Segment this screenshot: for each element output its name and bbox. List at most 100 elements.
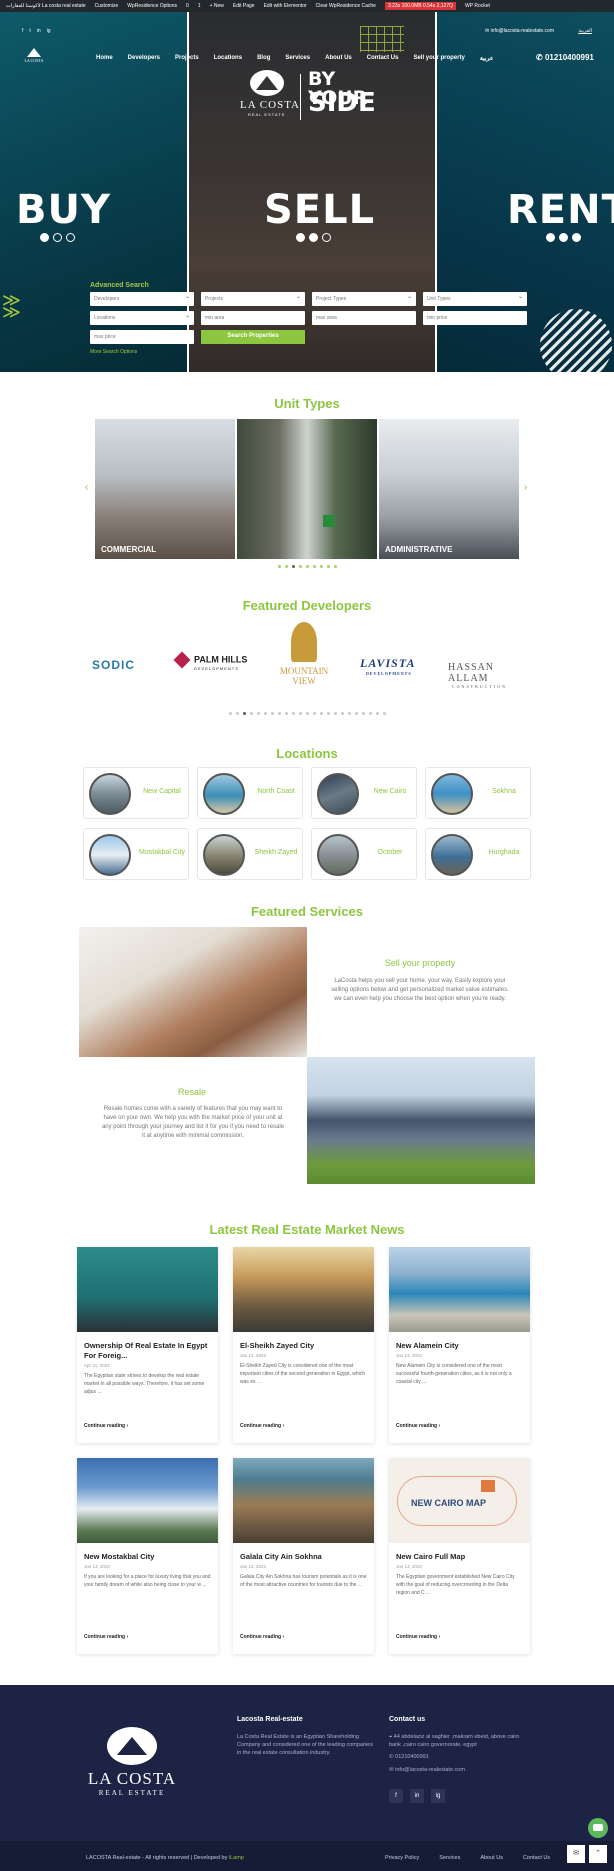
nav-projects[interactable]: Projects	[175, 55, 199, 62]
search-properties-button[interactable]: Search Properties	[201, 330, 305, 344]
continue-reading-link[interactable]: Continue reading ›	[240, 1634, 284, 1640]
carousel-prev-icon[interactable]: ‹	[85, 482, 88, 493]
instagram-icon[interactable]: ig	[47, 28, 51, 34]
admin-updates[interactable]: 1	[198, 3, 201, 9]
footer-contact-link[interactable]: Contact Us	[523, 1855, 550, 1861]
continue-reading-link[interactable]: Continue reading ›	[84, 1634, 128, 1640]
news-card[interactable]: New Mostakbal City Jan 13, 2022 If you a…	[77, 1458, 218, 1654]
location-card[interactable]: Mostakbal City	[83, 828, 189, 880]
privacy-policy-link[interactable]: Privacy Policy	[385, 1855, 419, 1861]
facebook-icon[interactable]: f	[22, 28, 23, 34]
resale-title[interactable]: Resale	[92, 1087, 292, 1097]
min-area-input[interactable]: min area	[201, 311, 305, 325]
nav-services[interactable]: Services	[285, 55, 310, 62]
hero-sell-title[interactable]: SELL	[264, 187, 375, 233]
site-logo[interactable]: LA COSTA	[20, 48, 48, 63]
admin-comments[interactable]: 0	[186, 3, 189, 9]
news-card[interactable]: El-Sheikh Zayed City Jan 13, 2022 El-She…	[233, 1247, 374, 1443]
developers-pagination[interactable]	[0, 712, 614, 715]
message-icon[interactable]: ✉	[567, 1845, 585, 1863]
admin-clear-cache[interactable]: Clear WpResidence Cache	[316, 3, 376, 9]
hero-buy-title[interactable]: BUY	[16, 187, 111, 233]
hero-rent-title[interactable]: RENT	[507, 187, 614, 233]
nav-arabic[interactable]: عربية	[480, 55, 494, 62]
developer-logo-sodic[interactable]: SODIC	[92, 658, 135, 672]
location-card[interactable]: New Cairo	[311, 767, 417, 819]
top-email[interactable]: ✉ info@lacosta-realestate.com	[485, 28, 554, 34]
location-name: October	[377, 849, 403, 856]
developer-logo-lavista[interactable]: LAVISTA DEVELOPMENTS	[360, 656, 415, 676]
location-card[interactable]: October	[311, 828, 417, 880]
unit-type-card[interactable]: ADMINISTRATIVE	[379, 419, 519, 559]
location-thumb	[317, 834, 359, 876]
news-card[interactable]: Ownership Of Real Estate In Egypt For Fo…	[77, 1247, 218, 1443]
admin-new[interactable]: + New	[210, 3, 224, 9]
nav-about[interactable]: About Us	[325, 55, 352, 62]
admin-elementor[interactable]: Edit with Elementor	[264, 3, 307, 9]
max-area-input[interactable]: max area	[312, 311, 416, 325]
sell-property-title[interactable]: Sell your property	[320, 958, 520, 968]
continue-reading-link[interactable]: Continue reading ›	[396, 1634, 440, 1640]
news-title[interactable]: Galala City Ain Sokhna	[240, 1552, 367, 1562]
admin-perf[interactable]: 3.23s 100.0MB 0.54s 2,127Q	[384, 2, 456, 10]
unit-types-pagination[interactable]	[0, 565, 614, 568]
admin-rocket[interactable]: WP Rocket	[465, 3, 490, 9]
footer-logo[interactable]: LA COSTA REAL ESTATE	[86, 1727, 178, 1797]
news-title[interactable]: New Alamein City	[396, 1341, 523, 1351]
unit-type-card[interactable]: COMMERCIAL	[95, 419, 235, 559]
more-search-options-link[interactable]: More Search Options	[90, 349, 530, 355]
projects-select[interactable]: Projects	[201, 292, 305, 306]
project-types-select[interactable]: Project Types	[312, 292, 416, 306]
unit-types-select[interactable]: Unit Types	[423, 292, 527, 306]
header-phone[interactable]: ✆ 01210400991	[536, 53, 594, 62]
footer-phone[interactable]: ✆ 01210400991	[389, 1753, 429, 1761]
locations-select[interactable]: Locations	[90, 311, 194, 325]
news-title[interactable]: New Mostakbal City	[84, 1552, 211, 1562]
footer-email[interactable]: ✉ info@lacosta-realestate.com	[389, 1766, 465, 1774]
developer-link[interactable]: iLamp	[229, 1855, 244, 1861]
developer-logo-mountain-view[interactable]: MOUNTAIN VIEW	[272, 622, 336, 686]
min-price-input[interactable]: min price	[423, 311, 527, 325]
continue-reading-link[interactable]: Continue reading ›	[84, 1423, 128, 1429]
nav-contact[interactable]: Contact Us	[367, 55, 399, 62]
admin-edit-page[interactable]: Edit Page	[233, 3, 255, 9]
location-card[interactable]: Hurghada	[425, 828, 531, 880]
twitter-icon[interactable]: t	[29, 28, 30, 34]
admin-site-link[interactable]: لاكوستا للعقارات La costa real estate	[6, 3, 86, 9]
nav-sell-property[interactable]: Sell your property	[413, 55, 464, 62]
footer-instagram-icon[interactable]: ig	[431, 1789, 445, 1803]
footer-about-link[interactable]: About Us	[480, 1855, 503, 1861]
nav-developers[interactable]: Developers	[128, 55, 160, 62]
developer-logo-hassan-allam[interactable]: HASSAN ALLAM CONSTRUCTION	[448, 662, 528, 689]
news-card[interactable]: New Alamein City Jan 13, 2022 New Alamei…	[389, 1247, 530, 1443]
continue-reading-link[interactable]: Continue reading ›	[396, 1423, 440, 1429]
nav-home[interactable]: Home	[96, 55, 113, 62]
developers-select[interactable]: Developers	[90, 292, 194, 306]
location-card[interactable]: Sheikh Zayed	[197, 828, 303, 880]
footer-services-link[interactable]: Services	[439, 1855, 460, 1861]
location-card[interactable]: Sokhna	[425, 767, 531, 819]
scroll-top-icon[interactable]: ⌃	[589, 1845, 607, 1863]
admin-options[interactable]: WpResidence Options	[127, 3, 177, 9]
linkedin-icon[interactable]: in	[37, 28, 41, 34]
footer-facebook-icon[interactable]: f	[389, 1789, 403, 1803]
news-card[interactable]: NEW CAIRO MAP New Cairo Full Map Jan 13,…	[389, 1458, 530, 1654]
news-card[interactable]: Galala City Ain Sokhna Jan 13, 2022 Gala…	[233, 1458, 374, 1654]
nav-locations[interactable]: Locations	[214, 55, 242, 62]
continue-reading-link[interactable]: Continue reading ›	[240, 1423, 284, 1429]
developer-logo-palm-hills[interactable]: PALM HILLS DEVELOPMENTS	[173, 651, 247, 671]
language-switch[interactable]: العربية	[578, 28, 592, 34]
nav-blog[interactable]: Blog	[257, 55, 270, 62]
carousel-next-icon[interactable]: ›	[524, 482, 527, 493]
news-title[interactable]: Ownership Of Real Estate In Egypt For Fo…	[84, 1341, 211, 1361]
footer-linkedin-icon[interactable]: in	[410, 1789, 424, 1803]
location-card[interactable]: North Coast	[197, 767, 303, 819]
max-price-input[interactable]: max price	[90, 330, 194, 344]
news-title[interactable]: New Cairo Full Map	[396, 1552, 523, 1562]
admin-customize[interactable]: Customize	[95, 3, 119, 9]
unit-type-card[interactable]	[237, 419, 377, 559]
location-card[interactable]: New Capital	[83, 767, 189, 819]
developer-sub: DEVELOPMENTS	[194, 666, 239, 671]
chat-bubble-icon[interactable]	[588, 1818, 608, 1838]
news-title[interactable]: El-Sheikh Zayed City	[240, 1341, 367, 1351]
